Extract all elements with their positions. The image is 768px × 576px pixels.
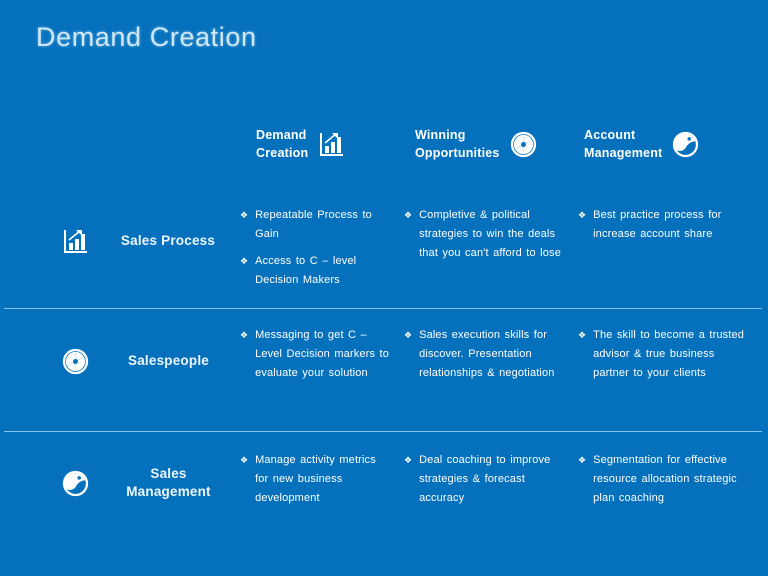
matrix-cell: ❖ Sales execution skills for discover. P… bbox=[404, 326, 564, 383]
list-item-text: Manage activity metrics for new business… bbox=[255, 454, 376, 504]
globe-icon bbox=[672, 131, 699, 158]
row-header-salespeople: Salespeople bbox=[62, 348, 234, 375]
matrix-cell: ❖ Segmentation for effective resource al… bbox=[578, 451, 746, 508]
diamond-bullet-icon: ❖ bbox=[404, 330, 413, 340]
column-header-account-management: Account Management bbox=[584, 126, 699, 162]
bar-chart-growth-icon bbox=[62, 228, 88, 254]
list-item: ❖ Best practice process for increase acc… bbox=[578, 206, 746, 244]
matrix-cell: ❖ Completive & political strategies to w… bbox=[404, 206, 564, 263]
list-item-text: Completive & political strategies to win… bbox=[419, 209, 561, 259]
list-item-text: Segmentation for effective resource allo… bbox=[593, 454, 737, 504]
matrix-cell: ❖ Repeatable Process to Gain ❖ Access to… bbox=[240, 206, 390, 290]
column-header-label: Account Management bbox=[584, 128, 663, 161]
matrix-cell: ❖ Manage activity metrics for new busine… bbox=[240, 451, 390, 508]
diamond-bullet-icon: ❖ bbox=[240, 330, 249, 340]
list-item-text: Best practice process for increase accou… bbox=[593, 209, 722, 240]
diamond-bullet-icon: ❖ bbox=[240, 210, 249, 220]
list-item: ❖ Access to C – level Decision Makers bbox=[240, 252, 390, 290]
list-item: ❖ Manage activity metrics for new busine… bbox=[240, 451, 390, 508]
list-item-text: Messaging to get C – Level Decision mark… bbox=[255, 329, 389, 379]
diamond-bullet-icon: ❖ bbox=[404, 455, 413, 465]
list-item: ❖ The skill to become a trusted advisor … bbox=[578, 326, 746, 383]
diamond-bullet-icon: ❖ bbox=[578, 330, 587, 340]
list-item: ❖ Completive & political strategies to w… bbox=[404, 206, 564, 263]
list-item-text: Repeatable Process to Gain bbox=[255, 209, 372, 240]
bar-chart-growth-icon bbox=[318, 131, 344, 157]
row-header-label: Salespeople bbox=[128, 353, 209, 369]
row-divider bbox=[4, 308, 762, 309]
column-header-label: Demand Creation bbox=[256, 128, 309, 161]
aperture-icon bbox=[62, 348, 89, 375]
matrix-cell: ❖ The skill to become a trusted advisor … bbox=[578, 326, 746, 383]
diamond-bullet-icon: ❖ bbox=[578, 210, 587, 220]
column-header-label: Winning Opportunities bbox=[415, 128, 500, 161]
diamond-bullet-icon: ❖ bbox=[240, 455, 249, 465]
column-header-winning-opportunities: Winning Opportunities bbox=[415, 126, 537, 162]
list-item: ❖ Repeatable Process to Gain bbox=[240, 206, 390, 244]
list-item: ❖ Messaging to get C – Level Decision ma… bbox=[240, 326, 390, 383]
row-header-label: Sales Process bbox=[120, 232, 216, 248]
row-header-label: Sales Management bbox=[126, 466, 211, 500]
diamond-bullet-icon: ❖ bbox=[578, 455, 587, 465]
list-item: ❖ Segmentation for effective resource al… bbox=[578, 451, 746, 508]
row-divider bbox=[4, 431, 762, 432]
list-item: ❖ Deal coaching to improve strategies & … bbox=[404, 451, 564, 508]
aperture-icon bbox=[510, 131, 537, 158]
list-item-text: The skill to become a trusted advisor & … bbox=[593, 329, 745, 379]
list-item-text: Sales execution skills for discover. Pre… bbox=[419, 329, 555, 379]
list-item: ❖ Sales execution skills for discover. P… bbox=[404, 326, 564, 383]
diamond-bullet-icon: ❖ bbox=[404, 210, 413, 220]
matrix-cell: ❖ Messaging to get C – Level Decision ma… bbox=[240, 326, 390, 383]
list-item-text: Access to C – level Decision Makers bbox=[255, 255, 357, 286]
row-header-sales-process: Sales Process bbox=[62, 228, 234, 254]
row-header-sales-management: Sales Management bbox=[62, 465, 234, 501]
list-item-text: Deal coaching to improve strategies & fo… bbox=[419, 454, 551, 504]
matrix-cell: ❖ Best practice process for increase acc… bbox=[578, 206, 746, 244]
globe-icon bbox=[62, 470, 89, 497]
diamond-bullet-icon: ❖ bbox=[240, 256, 249, 266]
page-title: Demand Creation bbox=[36, 22, 257, 52]
column-header-demand-creation: Demand Creation bbox=[256, 126, 344, 162]
slide-canvas: Demand Creation Demand Creation Winning … bbox=[0, 0, 768, 576]
matrix-cell: ❖ Deal coaching to improve strategies & … bbox=[404, 451, 564, 508]
